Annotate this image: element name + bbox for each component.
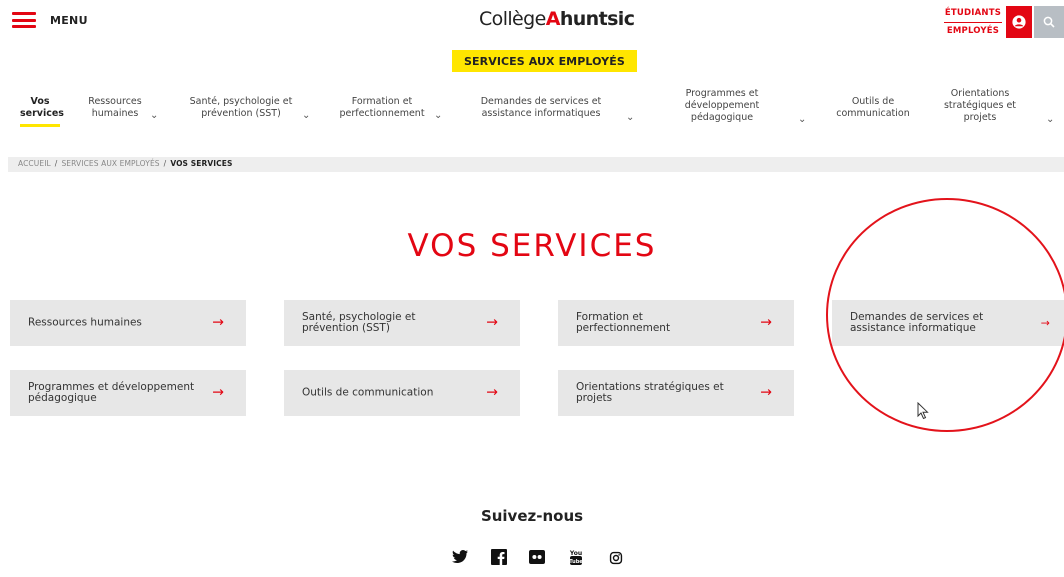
card-label-line2: projets (576, 392, 613, 404)
section-banner[interactable]: SERVICES AUX EMPLOYÉS (452, 50, 637, 72)
nav-item-label-line3: projets (963, 112, 997, 123)
chevron-down-icon: ⌄ (798, 114, 807, 125)
nav-item-label-line1: Vos (30, 96, 50, 107)
card-label-line1: Ressources humaines (28, 316, 142, 329)
nav-item-label-line2: services (20, 108, 64, 119)
nav-item-label-line2: développement (684, 100, 760, 111)
card-label: Ressources humaines (28, 316, 198, 329)
card-formation[interactable]: Formation et perfectionnement → (558, 300, 794, 346)
active-underline (20, 124, 60, 127)
nav-item-label-line1: Ressources (88, 96, 142, 107)
search-icon (1043, 16, 1055, 28)
arrow-right-icon: → (212, 384, 224, 401)
nav-item-label-line2: perfectionnement (339, 108, 425, 119)
user-icon (1012, 15, 1026, 29)
logo-prefix: Collège (479, 8, 546, 30)
card-outils-communication[interactable]: Outils de communication → (284, 370, 520, 416)
instagram-icon[interactable] (609, 551, 623, 565)
card-sante-psychologie[interactable]: Santé, psychologie et prévention (SST) → (284, 300, 520, 346)
arrow-right-icon: → (486, 384, 498, 401)
logo-suffix: huntsic (559, 8, 635, 30)
arrow-right-icon: → (486, 314, 498, 331)
facebook-icon[interactable] (490, 548, 508, 566)
card-label: Demandes de services et assistance inform… (850, 312, 1020, 334)
card-label: Formation et perfectionnement (576, 312, 746, 334)
students-link[interactable]: ÉTUDIANTS (944, 6, 1002, 21)
nav-item-label-line2: assistance informatiques (481, 108, 601, 119)
card-label-line2: perfectionnement (576, 322, 671, 334)
breadcrumb-separator: / (163, 159, 167, 168)
follow-us-heading: Suivez-nous (480, 507, 584, 525)
hamburger-icon[interactable] (12, 12, 36, 28)
nav-item-vos-services[interactable]: Vos services (20, 96, 64, 127)
nav-item-ressources-humaines[interactable]: Ressources humaines ⌄ (84, 96, 158, 121)
main-nav: Vos services Ressources humaines ⌄ Santé… (0, 86, 1064, 136)
card-label: Santé, psychologie et prévention (SST) (302, 312, 472, 334)
card-label: Outils de communication (302, 386, 472, 399)
card-ressources-humaines[interactable]: Ressources humaines → (10, 300, 246, 346)
search-button[interactable] (1034, 6, 1064, 38)
card-label-line2: pédagogique (28, 392, 97, 404)
nav-item-orientations[interactable]: Orientations stratégiques et projets ⌄ (940, 88, 1054, 125)
arrow-right-icon: → (760, 314, 772, 331)
chevron-down-icon: ⌄ (1046, 114, 1055, 125)
logo-accent: A (545, 8, 561, 30)
college-logo[interactable]: CollègeAhuntsic (479, 8, 635, 30)
nav-item-demandes-services[interactable]: Demandes de services et assistance infor… (468, 96, 635, 123)
nav-item-programmes[interactable]: Programmes et développement pédagogique … (676, 88, 807, 125)
svg-text:Tube: Tube (569, 559, 583, 565)
nav-item-label-line1: Santé, psychologie et (189, 96, 293, 107)
nav-item-label-line3: pédagogique (690, 112, 754, 123)
chevron-down-icon: ⌄ (626, 112, 635, 123)
nav-item-formation[interactable]: Formation et perfectionnement ⌄ (332, 96, 442, 121)
user-account-button[interactable] (1006, 6, 1032, 38)
nav-item-label-line2: stratégiques et (943, 100, 1017, 111)
nav-item-sante-psychologie[interactable]: Santé, psychologie et prévention (SST) ⌄ (186, 96, 311, 121)
breadcrumb-section[interactable]: SERVICES AUX EMPLOYÉS (61, 159, 159, 168)
twitter-icon[interactable] (451, 548, 469, 566)
audience-divider (944, 22, 1002, 23)
nav-item-label-line1: Formation et (351, 96, 413, 107)
chevron-down-icon: ⌄ (150, 110, 159, 121)
arrow-right-icon: → (1040, 316, 1050, 330)
menu-label: MENU (50, 13, 88, 27)
breadcrumb-trail: ACCUEIL / SERVICES AUX EMPLOYÉS / VOS SERVIC… (18, 159, 233, 168)
social-links: You Tube (0, 548, 1064, 568)
menu-button[interactable]: MENU (12, 12, 88, 28)
card-demandes-services[interactable]: Demandes de services et assistance inform… (832, 300, 1064, 346)
svg-text:You: You (569, 550, 582, 557)
nav-item-label-line1: Orientations (950, 88, 1010, 99)
nav-item-label-line1: Outils de (851, 96, 895, 107)
flickr-icon[interactable] (528, 548, 546, 566)
nav-item-label-line2: prévention (SST) (201, 108, 281, 119)
card-orientations[interactable]: Orientations stratégiques et projets → (558, 370, 794, 416)
breadcrumb: ACCUEIL / SERVICES AUX EMPLOYÉS / VOS SERVIC… (8, 157, 1064, 172)
chevron-down-icon: ⌄ (434, 110, 443, 121)
youtube-icon[interactable]: You Tube (567, 548, 585, 566)
top-bar: MENU CollègeAhuntsic ÉTUDIANTS EMPLOYÉS (0, 0, 1064, 46)
card-label-line1: Outils de communication (302, 386, 434, 399)
card-label: Orientations stratégiques et projets (576, 382, 746, 404)
audience-switch: ÉTUDIANTS EMPLOYÉS (944, 6, 1002, 39)
nav-item-label-line1: Programmes et (685, 88, 759, 99)
nav-item-label-line1: Demandes de services et (480, 96, 602, 107)
card-label: Programmes et développement pédagogique (28, 382, 198, 404)
nav-item-outils-communication[interactable]: Outils de communication (828, 96, 918, 120)
card-label-line2: prévention (SST) (302, 322, 390, 334)
mouse-cursor-icon (917, 402, 929, 420)
arrow-right-icon: → (212, 314, 224, 331)
nav-item-label-line2: communication (836, 108, 910, 119)
breadcrumb-current: VOS SERVICES (170, 159, 233, 168)
arrow-right-icon: → (760, 384, 772, 401)
chevron-down-icon: ⌄ (302, 110, 311, 121)
breadcrumb-home[interactable]: ACCUEIL (18, 159, 51, 168)
page-title: VOS SERVICES (407, 228, 657, 264)
employees-link[interactable]: EMPLOYÉS (944, 24, 1002, 39)
card-programmes[interactable]: Programmes et développement pédagogique → (10, 370, 246, 416)
nav-item-label-line2: humaines (91, 108, 139, 119)
card-label-line2: assistance informatique (850, 322, 976, 334)
breadcrumb-separator: / (54, 159, 58, 168)
